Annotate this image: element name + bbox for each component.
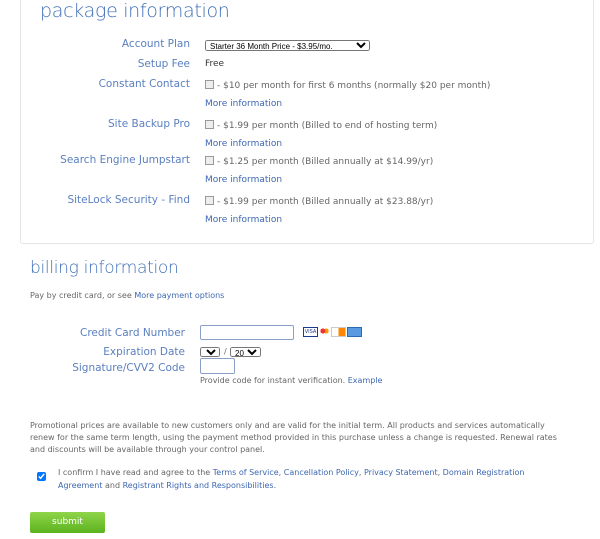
pay-text: Pay by credit card, or see: [30, 291, 132, 300]
addon-price: - $1.25 per month (Billed annually at $1…: [217, 157, 434, 167]
account-plan-select[interactable]: Starter 36 Month Price - $3.95/mo.: [205, 40, 370, 51]
addon-more-info-link[interactable]: More information: [205, 175, 282, 185]
submit-button[interactable]: submit: [30, 512, 105, 533]
addon-row: - $1.99 per month (Billed to end of host…: [205, 120, 437, 131]
exp-label: Expiration Date: [103, 346, 185, 358]
cvv-hint: Provide code for instant verification.: [200, 376, 346, 385]
addon-price: - $1.99 per month (Billed to end of host…: [217, 121, 438, 131]
registrant-rights-link[interactable]: Registrant Rights and Responsibilities: [123, 481, 274, 490]
visa-icon: VISA: [303, 327, 318, 337]
confirm-checkbox[interactable]: [37, 472, 46, 481]
exp-separator: /: [224, 347, 227, 356]
cancellation-policy-link[interactable]: Cancellation Policy: [284, 468, 359, 477]
cvv-input[interactable]: [200, 358, 235, 374]
setup-fee-label: Setup Fee: [137, 58, 190, 70]
card-icons: VISA: [303, 327, 362, 337]
addon-more-info-link[interactable]: More information: [205, 99, 282, 109]
amex-icon: [347, 327, 362, 337]
mastercard-icon: [319, 327, 330, 335]
addon-label: Site Backup Pro: [108, 118, 190, 130]
cvv-example-link[interactable]: Example: [348, 376, 383, 385]
addon-label: Constant Contact: [98, 78, 190, 90]
addon-price: - $10 per month for first 6 months (norm…: [217, 81, 491, 91]
addon-checkbox[interactable]: [205, 120, 214, 129]
addon-label: Search Engine Jumpstart: [60, 154, 190, 166]
confirm-label: I confirm I have read and agree to the: [58, 468, 211, 477]
and-text: and: [104, 481, 121, 490]
credit-card-input[interactable]: [200, 325, 294, 340]
addon-row: - $1.25 per month (Billed annually at $1…: [205, 156, 433, 167]
addon-checkbox[interactable]: [205, 80, 214, 89]
addon-row: - $10 per month for first 6 months (norm…: [205, 80, 490, 91]
billing-title: billing information: [30, 258, 179, 278]
cvv-label: Signature/CVV2 Code: [72, 362, 185, 374]
privacy-statement-link[interactable]: Privacy Statement: [364, 468, 438, 477]
addon-price: - $1.99 per month (Billed annually at $2…: [217, 197, 434, 207]
discover-icon: [331, 327, 346, 337]
exp-month-select[interactable]: 01: [200, 347, 220, 357]
exp-year-select[interactable]: 2015: [230, 347, 261, 357]
package-title: package information: [40, 0, 230, 22]
addon-more-info-link[interactable]: More information: [205, 139, 282, 149]
setup-fee-value: Free: [205, 59, 225, 69]
addon-more-info-link[interactable]: More information: [205, 215, 282, 225]
addon-checkbox[interactable]: [205, 156, 214, 165]
cc-label: Credit Card Number: [80, 327, 185, 339]
promo-text: Promotional prices are available to new …: [30, 421, 557, 454]
addon-row: - $1.99 per month (Billed annually at $2…: [205, 196, 433, 207]
account-plan-label: Account Plan: [121, 38, 190, 50]
terms-of-service-link[interactable]: Terms of Service: [213, 468, 279, 477]
addon-checkbox[interactable]: [205, 196, 214, 205]
confirm-text: I confirm I have read and agree to the T…: [58, 468, 525, 490]
more-payment-options-link[interactable]: More payment options: [134, 291, 224, 300]
addon-label: SiteLock Security - Find: [67, 194, 190, 206]
